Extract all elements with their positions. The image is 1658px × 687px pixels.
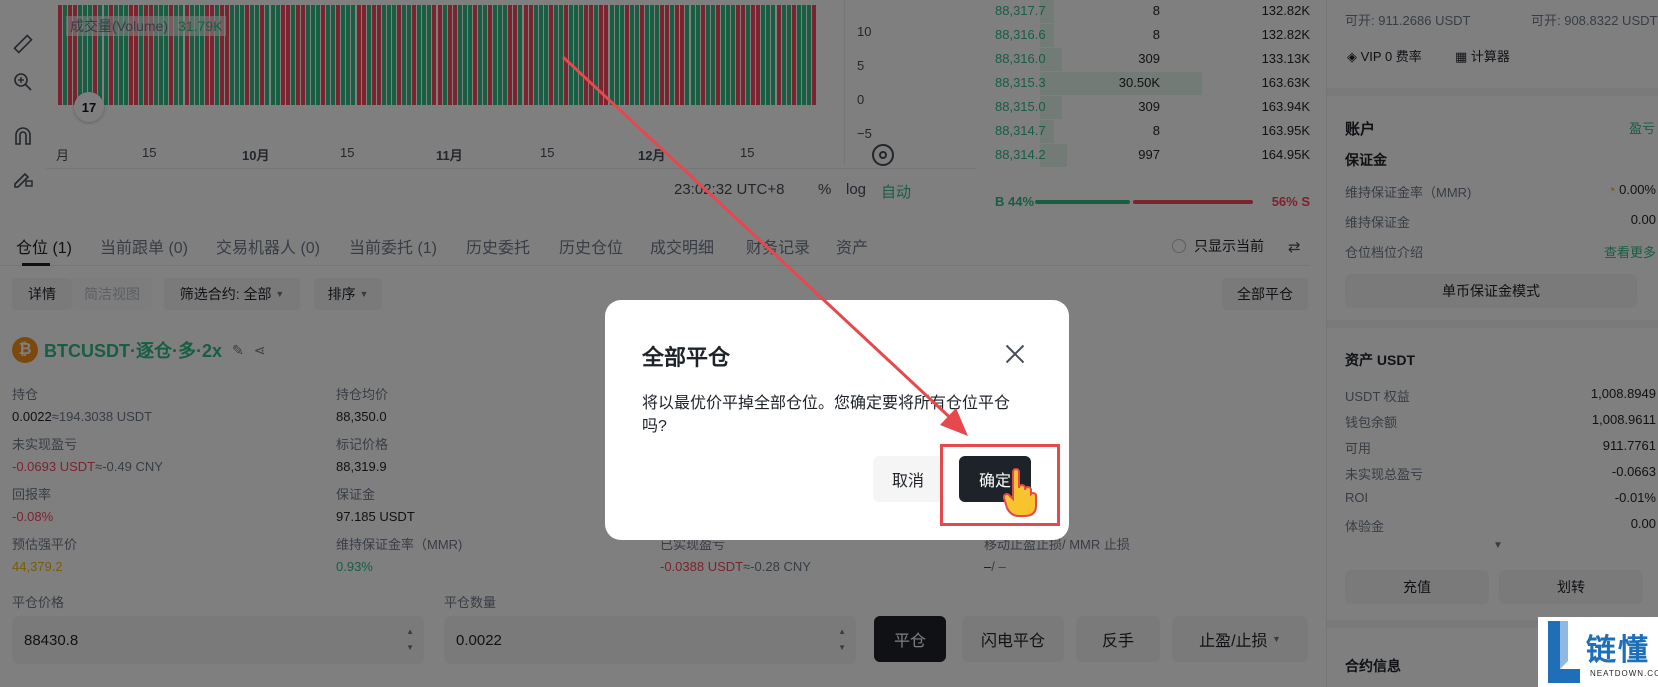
close-icon[interactable]	[1003, 342, 1027, 366]
watermark-text: 链懂	[1586, 633, 1650, 668]
watermark-subtext: NEATDOWN.COM	[1590, 669, 1658, 678]
cancel-button[interactable]: 取消	[873, 456, 943, 502]
watermark-mark-icon	[1548, 621, 1580, 683]
watermark-logo: 链懂 NEATDOWN.COM	[1538, 617, 1658, 687]
trading-page: 成交量(Volume)31.79K 17 月1510月1511月1512月15 …	[0, 0, 1658, 687]
dialog-message: 将以最优价平掉全部仓位。您确定要将所有仓位平仓吗?	[642, 395, 1011, 435]
hand-cursor-icon	[1003, 468, 1037, 517]
dialog-title: 全部平仓	[642, 345, 731, 370]
highlight-annotation	[940, 444, 1060, 526]
